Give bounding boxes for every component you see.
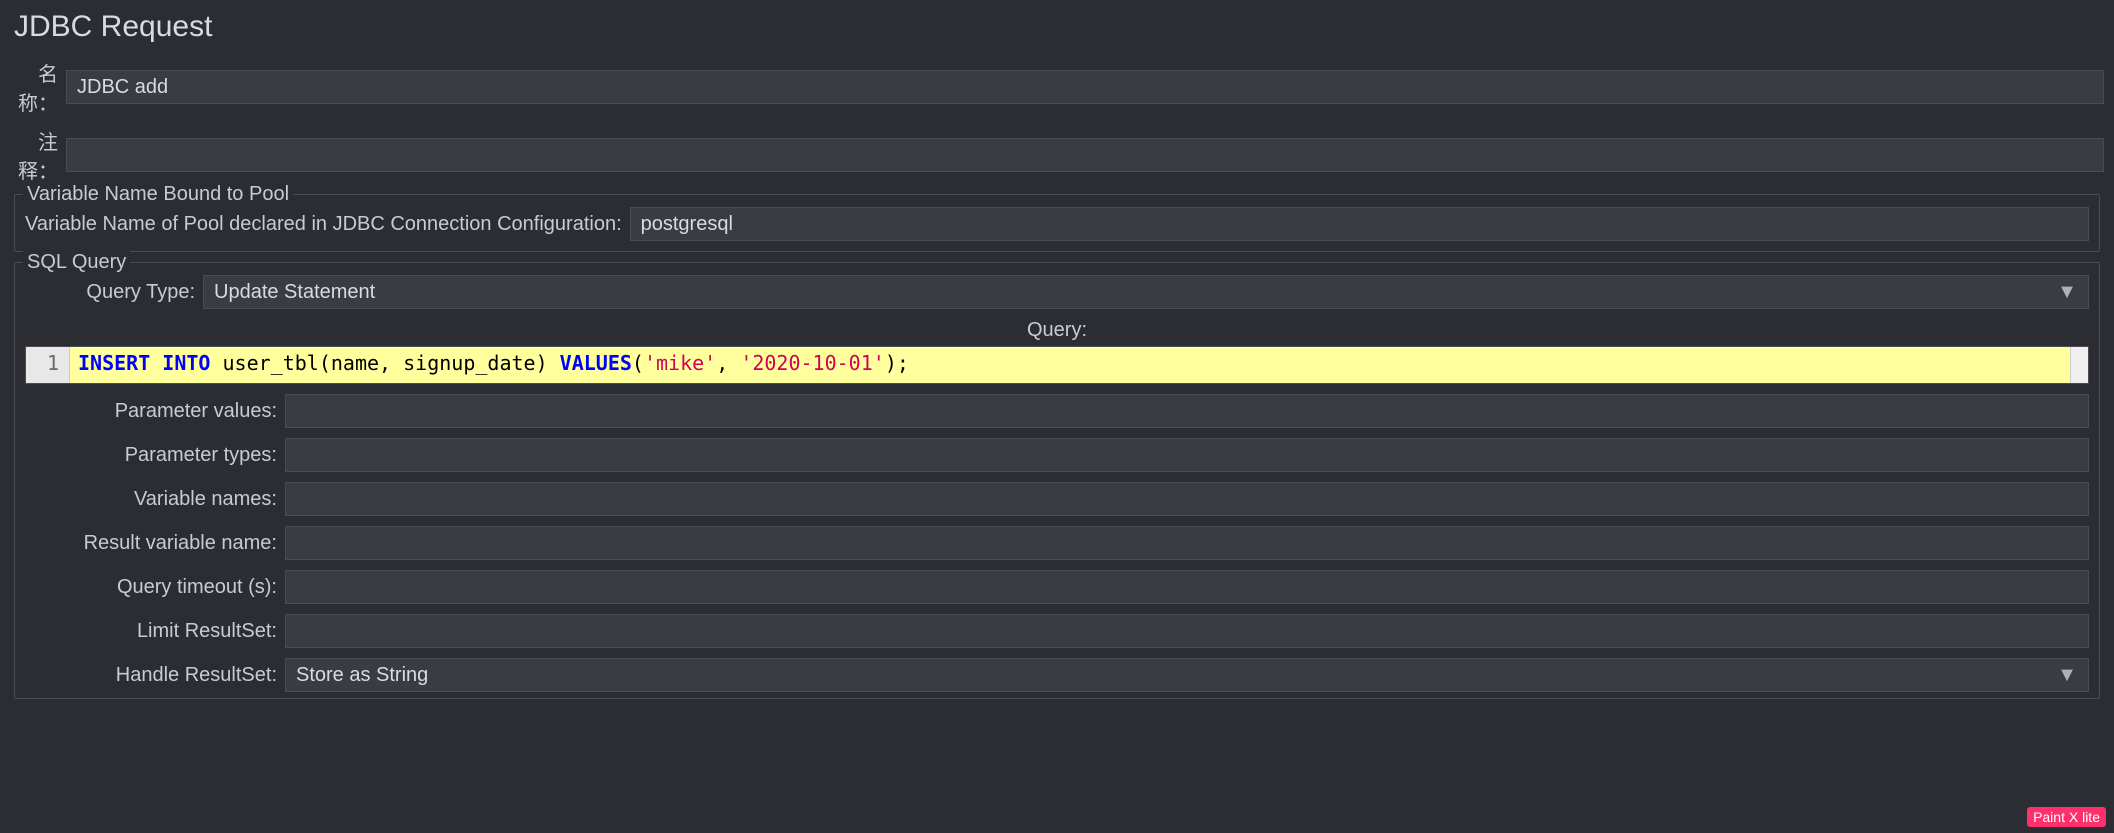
variable-pool-fieldset: Variable Name Bound to Pool Variable Nam… bbox=[14, 194, 2100, 252]
variable-pool-legend: Variable Name Bound to Pool bbox=[23, 183, 293, 206]
handle-resultset-value: Store as String bbox=[296, 664, 2056, 687]
parameter-types-label: Parameter types: bbox=[25, 444, 285, 467]
query-type-label: Query Type: bbox=[25, 281, 203, 304]
sql-punct: ) bbox=[885, 351, 897, 375]
sql-keyword: INSERT INTO bbox=[78, 351, 210, 375]
sql-space bbox=[548, 351, 560, 375]
line-number: 1 bbox=[47, 351, 59, 375]
handle-resultset-row: Handle ResultSet: Store as String ▼ bbox=[25, 658, 2089, 692]
chevron-down-icon: ▼ bbox=[2056, 664, 2078, 687]
comment-input[interactable] bbox=[66, 138, 2104, 172]
handle-resultset-select[interactable]: Store as String ▼ bbox=[285, 658, 2089, 692]
variable-names-input[interactable] bbox=[285, 482, 2089, 516]
sql-ident: user_tbl bbox=[210, 351, 318, 375]
query-label: Query: bbox=[25, 319, 2089, 342]
editor-gutter: 1 bbox=[26, 347, 70, 383]
sql-query-legend: SQL Query bbox=[23, 251, 130, 274]
query-timeout-row: Query timeout (s): bbox=[25, 570, 2089, 604]
sql-punct: ( bbox=[319, 351, 331, 375]
parameter-values-row: Parameter values: bbox=[25, 394, 2089, 428]
editor-scrollbar[interactable] bbox=[2070, 347, 2088, 383]
limit-resultset-input[interactable] bbox=[285, 614, 2089, 648]
sql-string: 'mike' bbox=[644, 351, 716, 375]
result-variable-input[interactable] bbox=[285, 526, 2089, 560]
jdbc-request-panel: JDBC Request 名称： 注释： Variable Name Bound… bbox=[0, 0, 2114, 719]
query-type-value: Update Statement bbox=[214, 281, 2056, 304]
parameter-types-row: Parameter types: bbox=[25, 438, 2089, 472]
pool-name-input[interactable] bbox=[630, 207, 2089, 241]
variable-names-row: Variable names: bbox=[25, 482, 2089, 516]
sql-punct: ) bbox=[536, 351, 548, 375]
sql-string: '2020-10-01' bbox=[740, 351, 885, 375]
query-timeout-input[interactable] bbox=[285, 570, 2089, 604]
comment-label: 注释： bbox=[10, 126, 66, 184]
name-row: 名称： bbox=[10, 58, 2104, 116]
pool-name-label: Variable Name of Pool declared in JDBC C… bbox=[25, 213, 622, 236]
parameter-types-input[interactable] bbox=[285, 438, 2089, 472]
result-variable-label: Result variable name: bbox=[25, 532, 285, 555]
sql-punct: , bbox=[716, 351, 740, 375]
name-input[interactable] bbox=[66, 70, 2104, 104]
handle-resultset-label: Handle ResultSet: bbox=[25, 664, 285, 687]
query-timeout-label: Query timeout (s): bbox=[25, 576, 285, 599]
parameter-values-label: Parameter values: bbox=[25, 400, 285, 423]
sql-punct: ( bbox=[632, 351, 644, 375]
sql-query-fieldset: SQL Query Query Type: Update Statement ▼… bbox=[14, 262, 2100, 699]
name-label: 名称： bbox=[10, 58, 66, 116]
query-type-select[interactable]: Update Statement ▼ bbox=[203, 275, 2089, 309]
query-type-row: Query Type: Update Statement ▼ bbox=[25, 275, 2089, 309]
sql-editor[interactable]: 1 INSERT INTO user_tbl(name, signup_date… bbox=[25, 346, 2089, 384]
limit-resultset-label: Limit ResultSet: bbox=[25, 620, 285, 643]
parameter-values-input[interactable] bbox=[285, 394, 2089, 428]
variable-names-label: Variable names: bbox=[25, 488, 285, 511]
comment-row: 注释： bbox=[10, 126, 2104, 184]
sql-punct: ; bbox=[897, 351, 909, 375]
limit-resultset-row: Limit ResultSet: bbox=[25, 614, 2089, 648]
watermark-badge: Paint X lite bbox=[2027, 807, 2106, 827]
result-variable-row: Result variable name: bbox=[25, 526, 2089, 560]
sql-keyword: VALUES bbox=[560, 351, 632, 375]
page-title: JDBC Request bbox=[14, 10, 2104, 44]
sql-ident: name, signup_date bbox=[331, 351, 536, 375]
pool-name-row: Variable Name of Pool declared in JDBC C… bbox=[25, 207, 2089, 241]
editor-code[interactable]: INSERT INTO user_tbl(name, signup_date) … bbox=[70, 347, 2088, 383]
chevron-down-icon: ▼ bbox=[2056, 281, 2078, 304]
